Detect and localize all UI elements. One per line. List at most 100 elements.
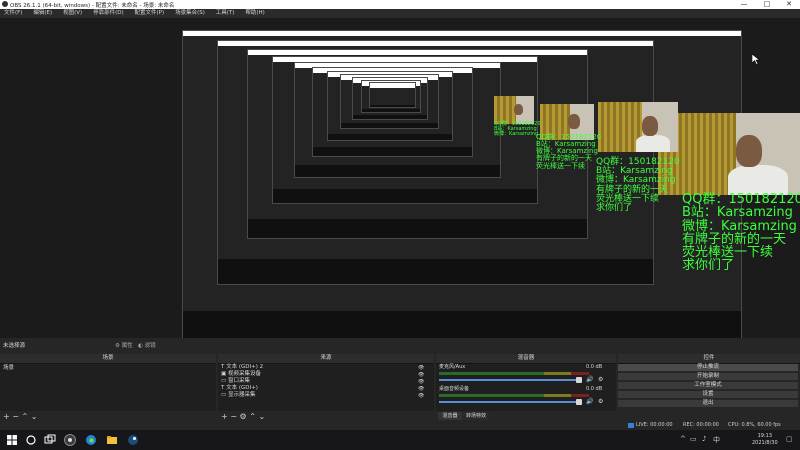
menu-help[interactable]: 帮助(H) [245, 9, 264, 18]
nested-taskbar [328, 133, 453, 141]
steam-icon[interactable] [127, 434, 139, 446]
exit-button[interactable]: 退出 [618, 400, 798, 407]
desktop-volume-slider[interactable] [439, 401, 579, 403]
controls-title: 控件 [618, 354, 800, 364]
menu-bar: 文件(F) 编辑(E) 视图(V) 停靠部件(D) 配置文件(P) 场景集合(S… [0, 9, 800, 18]
tab-transitions[interactable]: 转场特效 [463, 412, 489, 420]
mic-slider-knob[interactable] [576, 377, 582, 383]
search-icon[interactable] [25, 434, 37, 446]
mic-meter [439, 372, 589, 375]
menu-scene-collection[interactable]: 场景集合(S) [175, 9, 205, 18]
task-view-icon[interactable] [44, 434, 56, 446]
mic-volume-slider[interactable] [439, 379, 579, 381]
preview-canvas[interactable]: QQ群：150182120 B站：Karsamzing 微博：Karsamzin… [0, 18, 800, 338]
overlay-text-nested-2: QQ群：150182120 B站：Karsamzing 微博：Karsamzin… [536, 133, 601, 170]
mixer-channel-desktop: 桌面音频设备 [439, 386, 470, 392]
nested-taskbar [294, 165, 500, 177]
overlay-line-2: 荧光棒送一下续 [682, 245, 774, 260]
file-explorer-icon[interactable] [106, 434, 118, 446]
source-visibility-icons[interactable]: 👁 👁 👁 👁 👁 [418, 365, 424, 400]
desktop-slider-knob[interactable] [576, 399, 582, 405]
nested-taskbar [218, 259, 653, 284]
notification-icon[interactable]: ▢ [786, 435, 793, 443]
live-timer: LIVE: 00:00:00 [636, 422, 673, 428]
up-icon[interactable]: ⌃ [249, 412, 256, 421]
source-label: 文本 (GDI+) 2 [226, 364, 264, 370]
menu-tools[interactable]: 工具(T) [216, 9, 235, 18]
nested-title-bar [247, 49, 587, 55]
stop-streaming-button[interactable]: 停止推流 [618, 364, 798, 371]
overlay-line-bilibili: B站：Karsamzing [682, 205, 793, 221]
overlay-text-block: QQ群：150182120 B站：Karsamzing 微博：Karsamzin… [682, 193, 800, 273]
close-button[interactable]: ✕ [778, 0, 800, 9]
monitor-icon: ▭ [221, 392, 227, 398]
clock[interactable]: 19:13 2021/8/30 [752, 433, 778, 447]
settings-button[interactable]: 设置 [618, 391, 798, 398]
tray-chevron-icon[interactable]: ^ [680, 435, 686, 443]
scene-item[interactable]: 场景 [3, 365, 14, 372]
source-label: 文本 (GDI+) [226, 385, 258, 391]
live-indicator-icon [628, 423, 634, 428]
window-title: OBS 26.1.1 (64-bit, windows) - 配置文件: 未命名… [10, 3, 175, 9]
obs-taskbar-icon[interactable] [64, 434, 76, 446]
network-icon[interactable]: ▭ [690, 435, 697, 443]
menu-profile[interactable]: 配置文件(P) [135, 9, 165, 18]
start-recording-button[interactable]: 开始录制 [618, 373, 798, 380]
window-icon: ▭ [221, 378, 227, 384]
camera-icon: ▣ [221, 371, 227, 377]
edge-icon[interactable] [85, 434, 97, 446]
mixer-title: 混音器 [436, 354, 616, 364]
minimize-button[interactable]: — [733, 0, 755, 9]
gear-icon[interactable]: ⚙ [240, 412, 247, 421]
menu-docks[interactable]: 停靠部件(D) [93, 9, 124, 18]
maximize-button[interactable]: □ [756, 0, 778, 9]
gear-icon[interactable]: ⚙ [598, 398, 603, 405]
overlay-line-weibo: 微博：Karsamzing [682, 218, 797, 234]
volume-icon[interactable]: ♪ [702, 435, 706, 443]
speaker-icon[interactable]: 🔊 [586, 398, 593, 405]
down-icon[interactable]: ⌄ [31, 412, 38, 421]
studio-mode-button[interactable]: 工作室模式 [618, 382, 798, 389]
remove-icon[interactable]: − [230, 412, 237, 421]
filters-label: 滤镜 [144, 343, 156, 349]
nested-taskbar [341, 123, 438, 129]
menu-file[interactable]: 文件(F) [4, 9, 22, 18]
source-item[interactable]: T 文本 (GDI+) [221, 385, 258, 392]
source-item[interactable]: ▭ 显示器采集 [221, 392, 255, 399]
remove-icon[interactable]: − [12, 412, 19, 421]
speaker-icon[interactable]: 🔊 [586, 376, 593, 383]
add-icon[interactable]: + [3, 412, 10, 421]
text-icon: T [221, 364, 225, 370]
properties-button[interactable]: ⚙ 属性 [115, 341, 133, 349]
no-source-label: 未选择源 [3, 343, 26, 349]
nested-taskbar [370, 104, 415, 108]
add-icon[interactable]: + [221, 412, 228, 421]
title-bar: OBS 26.1.1 (64-bit, windows) - 配置文件: 未命名… [0, 0, 800, 9]
nested-title-bar [218, 41, 653, 47]
obs-logo-icon [2, 1, 8, 7]
nested-title-bar [183, 31, 742, 36]
clock-time: 19:13 [757, 433, 773, 439]
nested-taskbar [183, 311, 742, 338]
gear-icon[interactable]: ⚙ [598, 376, 603, 383]
source-item[interactable]: ▭ 窗口采集 [221, 378, 250, 385]
overlay-text-nested-3: QQ群：150182120 B站：Karsamzing 微博：Karsamzin… [494, 121, 541, 138]
source-item[interactable]: T 文本 (GDI+) 2 [221, 364, 263, 371]
tab-mixer[interactable]: 混音器 [438, 412, 462, 420]
menu-view[interactable]: 视图(V) [63, 9, 82, 18]
down-icon[interactable]: ⌄ [258, 412, 265, 421]
nested-title-bar [370, 82, 415, 88]
menu-edit[interactable]: 编辑(E) [33, 9, 52, 18]
source-item[interactable]: ▣ 视频采集设备 [221, 371, 261, 378]
overlay-nested-line: 荧光棒送一下续 [536, 161, 585, 170]
filters-button[interactable]: ◐ 滤镜 [138, 341, 156, 349]
input-method-icon[interactable]: 中 [713, 435, 720, 445]
nested-taskbar [273, 188, 537, 204]
source-label: 显示器采集 [227, 392, 256, 398]
scenes-title: 场景 [0, 354, 216, 364]
webcam-feed-nested [598, 102, 678, 152]
up-icon[interactable]: ⌃ [22, 412, 29, 421]
nested-obs-capture [369, 81, 416, 109]
overlay-nested-line: 微博：Karsamzing [494, 131, 539, 138]
windows-start-icon[interactable] [6, 434, 18, 446]
